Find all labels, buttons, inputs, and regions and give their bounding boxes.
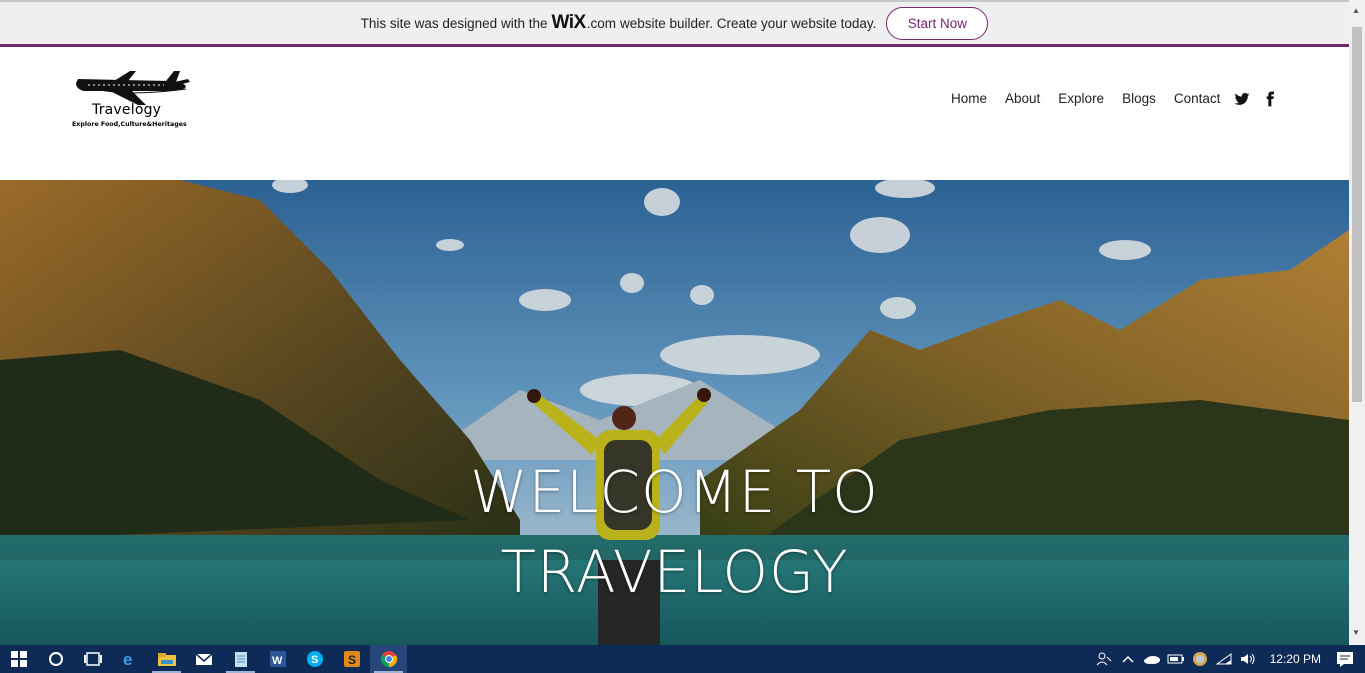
- page-scrollbar[interactable]: ▲ ▼: [1349, 0, 1365, 645]
- windows-taskbar: e W S S 12:20 PM: [0, 645, 1365, 673]
- banner-text-before: This site was designed with the: [360, 15, 548, 31]
- main-nav: Home About Explore Blogs Contact: [942, 91, 1229, 106]
- banner-text-after: website builder. Create your website tod…: [619, 15, 877, 31]
- file-explorer-icon[interactable]: [148, 645, 185, 673]
- update-icon[interactable]: [1188, 645, 1212, 673]
- nav-contact[interactable]: Contact: [1165, 91, 1230, 106]
- logo-name: Travelogy: [92, 102, 162, 118]
- wix-banner: This site was designed with the WiX .com…: [0, 0, 1349, 47]
- wifi-icon[interactable]: [1212, 645, 1236, 673]
- battery-icon[interactable]: [1164, 645, 1188, 673]
- mail-icon[interactable]: [185, 645, 222, 673]
- notepad-icon[interactable]: [222, 645, 259, 673]
- task-view-icon[interactable]: [74, 645, 111, 673]
- system-tray: 12:20 PM: [1092, 645, 1365, 673]
- scroll-down-arrow-icon[interactable]: ▼: [1352, 628, 1360, 637]
- twitter-icon[interactable]: [1234, 91, 1250, 107]
- nav-explore[interactable]: Explore: [1049, 91, 1113, 106]
- nav-home[interactable]: Home: [942, 91, 996, 106]
- sublime-icon[interactable]: S: [333, 645, 370, 673]
- hero-title-line2: TRAVELOGY: [500, 538, 849, 606]
- word-icon[interactable]: W: [259, 645, 296, 673]
- start-icon[interactable]: [0, 645, 37, 673]
- banner-message: This site was designed with the WiX .com…: [361, 12, 877, 34]
- skype-icon[interactable]: S: [296, 645, 333, 673]
- svg-text:e: e: [123, 650, 132, 668]
- facebook-icon[interactable]: [1262, 91, 1278, 107]
- hero-banner: WELCOME TO TRAVELOGY: [0, 180, 1349, 645]
- people-icon[interactable]: [1092, 645, 1116, 673]
- scroll-thumb[interactable]: [1352, 27, 1362, 402]
- svg-text:S: S: [311, 654, 318, 666]
- site-logo[interactable]: Travelogy Explore Food,Culture&Heritages: [70, 69, 196, 131]
- chevron-up-icon[interactable]: [1116, 645, 1140, 673]
- onedrive-icon[interactable]: [1140, 645, 1164, 673]
- start-now-button[interactable]: Start Now: [886, 6, 989, 40]
- hero-title: WELCOME TO TRAVELOGY: [0, 452, 1349, 612]
- svg-text:S: S: [348, 653, 356, 667]
- wix-logo[interactable]: WiX: [551, 12, 586, 34]
- hero-title-line1: WELCOME TO: [470, 458, 879, 526]
- volume-icon[interactable]: [1236, 645, 1260, 673]
- site-header: Travelogy Explore Food,Culture&Heritages…: [0, 47, 1349, 180]
- scroll-up-arrow-icon[interactable]: ▲: [1352, 6, 1360, 15]
- nav-about[interactable]: About: [996, 91, 1049, 106]
- social-bar: [1234, 91, 1278, 107]
- svg-text:W: W: [272, 655, 283, 667]
- nav-blogs[interactable]: Blogs: [1113, 91, 1165, 106]
- wix-dotcom: .com: [586, 15, 616, 31]
- action-center-icon[interactable]: [1333, 645, 1357, 673]
- chrome-icon[interactable]: [370, 645, 407, 673]
- edge-icon[interactable]: e: [111, 645, 148, 673]
- logo-tagline: Explore Food,Culture&Heritages: [72, 121, 187, 128]
- cortana-icon[interactable]: [37, 645, 74, 673]
- clock[interactable]: 12:20 PM: [1270, 652, 1321, 666]
